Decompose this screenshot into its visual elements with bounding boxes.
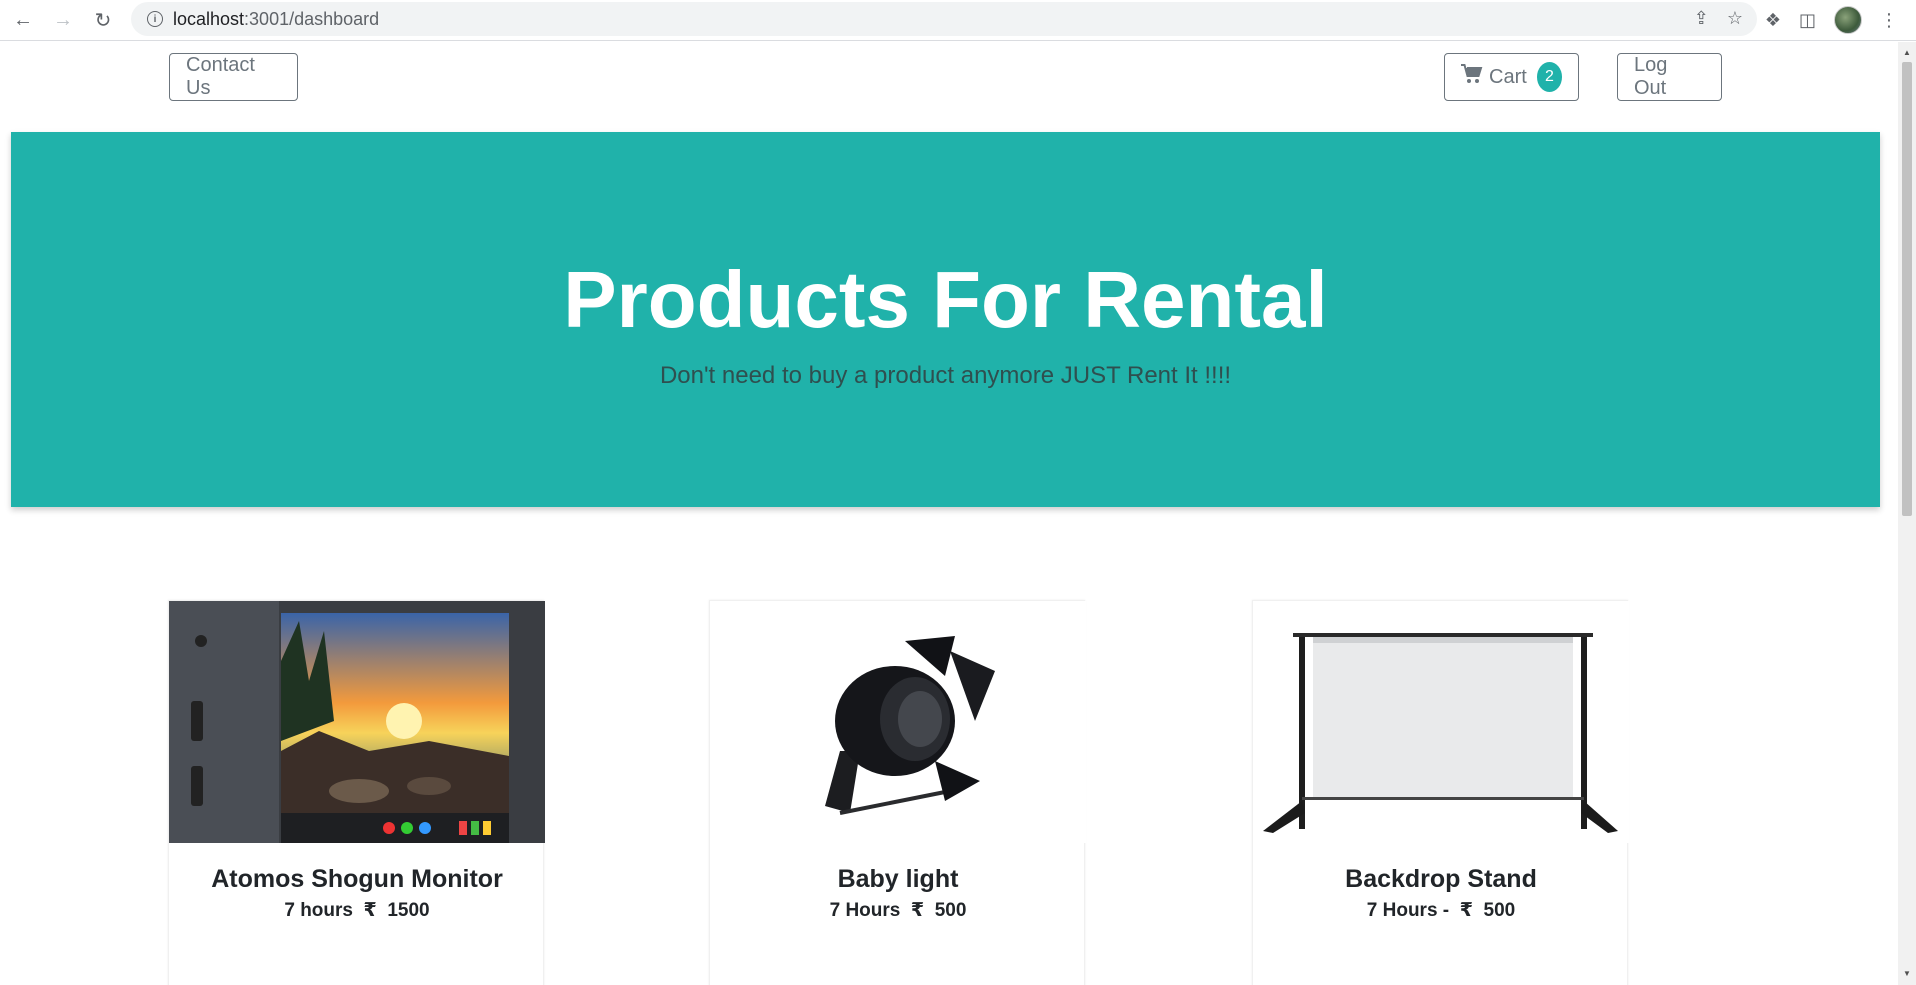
shopping-cart-icon <box>1461 64 1483 90</box>
scroll-down-arrow-icon[interactable]: ▼ <box>1902 969 1912 979</box>
rupee-icon: ₹ <box>363 900 377 921</box>
side-panel-icon[interactable]: ◫ <box>1799 10 1816 31</box>
extensions-puzzle-icon[interactable]: ❖ <box>1765 10 1781 31</box>
cart-label: Cart <box>1489 65 1527 88</box>
product-price: 7 hours ₹ 1500 <box>284 900 430 921</box>
product-card[interactable]: Baby light 7 Hours ₹ 500 <box>709 600 1086 985</box>
share-icon[interactable]: ⇪ <box>1694 8 1709 29</box>
address-text: localhost:3001/dashboard <box>173 8 380 29</box>
product-card[interactable]: Atomos Shogun Monitor 7 hours ₹ 1500 <box>168 600 545 985</box>
product-price: 7 Hours - ₹ 500 <box>1366 900 1516 921</box>
product-image-backdrop[interactable] <box>1253 601 1629 843</box>
hero-subtitle: Don't need to buy a product anymore JUST… <box>659 362 1232 389</box>
bookmark-star-icon[interactable]: ☆ <box>1727 8 1743 29</box>
chrome-menu-icon[interactable]: ⋮ <box>1880 10 1898 31</box>
product-image-monitor[interactable] <box>169 601 545 843</box>
product-name: Atomos Shogun Monitor <box>211 865 503 893</box>
product-card[interactable]: Backdrop Stand 7 Hours - ₹ 500 <box>1252 600 1629 985</box>
product-grid: Atomos Shogun Monitor 7 hours ₹ 1500 Bab… <box>0 600 1898 985</box>
cart-count-badge: 2 <box>1536 62 1562 92</box>
browser-toolbar: ← → ↻ i localhost:3001/dashboard ⇪ ☆ ❖ ◫… <box>0 0 1916 41</box>
top-navigation: Contact Us Cart 2 Log Out <box>0 42 1898 132</box>
page-scrollbar[interactable]: ▲ ▼ <box>1898 42 1916 985</box>
contact-us-button[interactable]: Contact Us <box>169 53 298 101</box>
product-price: 7 Hours ₹ 500 <box>829 900 967 921</box>
cart-button[interactable]: Cart 2 <box>1444 53 1579 101</box>
reload-icon[interactable]: ↻ <box>89 6 117 34</box>
product-name: Backdrop Stand <box>1345 865 1537 893</box>
hero-banner: Products For Rental Don't need to buy a … <box>11 132 1880 507</box>
profile-avatar[interactable] <box>1834 6 1862 34</box>
address-bar[interactable]: i localhost:3001/dashboard ⇪ ☆ <box>131 2 1757 36</box>
page-title: Products For Rental <box>563 255 1328 344</box>
rupee-icon: ₹ <box>910 900 925 921</box>
page-viewport: Contact Us Cart 2 Log Out Products For R… <box>0 42 1898 985</box>
product-name: Baby light <box>837 865 959 893</box>
site-info-icon[interactable]: i <box>147 11 163 27</box>
forward-arrow-icon[interactable]: → <box>49 6 77 34</box>
scroll-up-arrow-icon[interactable]: ▲ <box>1902 48 1912 58</box>
scroll-thumb[interactable] <box>1902 62 1912 516</box>
back-arrow-icon[interactable]: ← <box>9 6 37 34</box>
rupee-icon: ₹ <box>1459 900 1473 921</box>
product-image-light[interactable] <box>710 601 1086 843</box>
log-out-button[interactable]: Log Out <box>1617 53 1722 101</box>
